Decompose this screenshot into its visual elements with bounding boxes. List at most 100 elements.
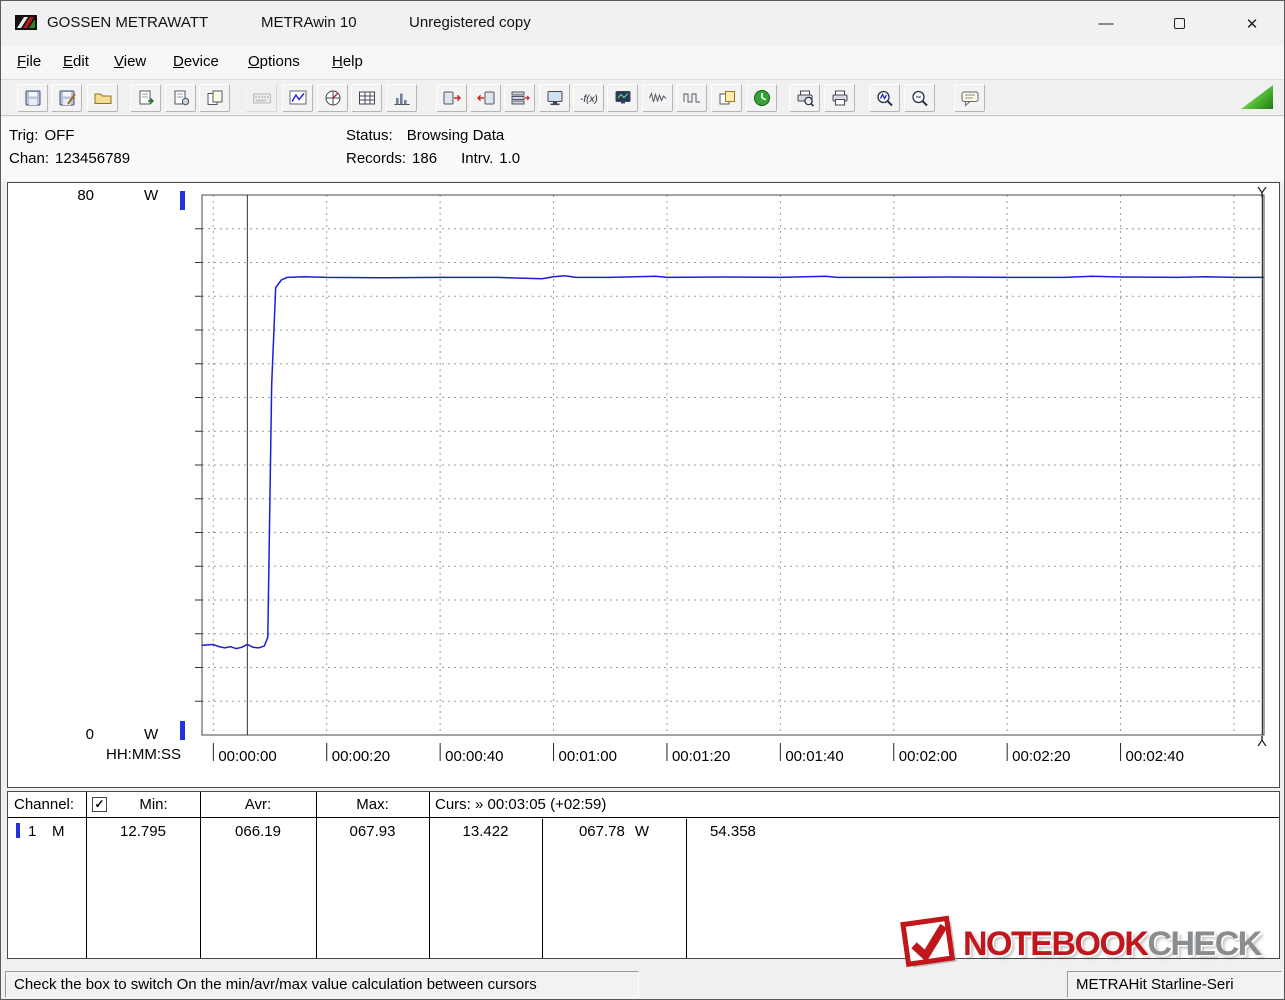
doc-settings-icon — [171, 89, 191, 107]
device-list-icon — [510, 89, 530, 107]
checkbox-check-icon: ✓ — [94, 797, 105, 811]
trend-chart-button[interactable] — [282, 84, 313, 112]
device-list-button[interactable] — [504, 84, 535, 112]
chan-label: Chan: — [9, 150, 50, 167]
min-value: 12.795 — [120, 823, 166, 840]
export-button[interactable] — [130, 84, 161, 112]
metrawin-window: GOSSEN METRAWATT METRAwin 10 Unregistere… — [0, 0, 1285, 1000]
cursor2-handle-top[interactable]: Y — [1252, 184, 1272, 201]
device-download-button[interactable] — [436, 84, 467, 112]
menu-view[interactable]: View — [114, 53, 146, 70]
svg-text:00:02:00: 00:02:00 — [899, 748, 957, 765]
print-preview-button[interactable] — [789, 84, 820, 112]
menu-help[interactable]: Help — [332, 53, 363, 70]
cursor2-value: 067.78 W — [542, 823, 686, 840]
menu-edit[interactable]: Edit — [63, 53, 89, 70]
table-divider — [316, 792, 317, 958]
chan-value: 123456789 — [55, 150, 131, 167]
minimize-button[interactable]: — — [1083, 1, 1129, 46]
trend-chart-icon — [288, 89, 308, 107]
save-as-button[interactable] — [51, 84, 82, 112]
trend-plot[interactable]: 00:00:00 00:00:20 00:00:40 00:01:00 00:01:20… — [8, 183, 1279, 787]
zoom-time-button[interactable] — [869, 84, 900, 112]
device-download-icon — [442, 89, 462, 107]
intrv-value: 1.0 — [499, 150, 521, 167]
menu-file[interactable]: File — [17, 53, 41, 70]
notebookcheck-logo-icon — [900, 915, 957, 968]
square-wave-button[interactable] — [676, 84, 707, 112]
table-view-button[interactable] — [351, 84, 382, 112]
histogram-button[interactable] — [386, 84, 417, 112]
channel-number: 1 — [28, 823, 37, 840]
doc-settings-button[interactable] — [165, 84, 196, 112]
save-button[interactable] — [17, 84, 48, 112]
min-header: Min: — [139, 796, 168, 813]
device-upload-button[interactable] — [470, 84, 501, 112]
minmax-checkbox[interactable]: ✓ — [92, 797, 107, 812]
notebookcheck-watermark: NOTEBOOK CHECK — [897, 913, 1262, 975]
table-divider — [686, 819, 687, 958]
formula-icon — [579, 89, 599, 107]
annotation-button[interactable] — [954, 84, 985, 112]
close-icon: ✕ — [1245, 15, 1259, 33]
status-value: Browsing Data — [406, 127, 505, 144]
records-value: 186 — [412, 150, 438, 167]
zoom-value-button[interactable] — [904, 84, 935, 112]
copy-doc-button[interactable] — [199, 84, 230, 112]
table-divider — [429, 792, 430, 958]
timer-icon — [752, 89, 772, 107]
table-divider — [200, 792, 201, 958]
svg-text:00:01:40: 00:01:40 — [785, 748, 843, 765]
delta-value: 54.358 — [710, 823, 756, 840]
titlebar-license-text: Unregistered copy — [409, 14, 531, 31]
status-label: Status: — [346, 127, 393, 144]
table-header-row: Channel: ✓ Min: Avr: Max: Curs: » 00:03:… — [8, 792, 1279, 818]
svg-text:00:00:20: 00:00:20 — [332, 748, 390, 765]
svg-text:00:00:00: 00:00:00 — [218, 748, 276, 765]
menubar: File Edit View Device Options Help — [1, 46, 1284, 79]
zoom-value-icon — [910, 89, 930, 107]
channels-copy-icon — [717, 89, 737, 107]
numeric-display-button[interactable] — [246, 84, 277, 112]
cursor2-unit: W — [634, 823, 650, 840]
open-folder-icon — [93, 89, 113, 107]
watermark-text-red: NOTEBOOK — [963, 924, 1149, 963]
svg-text:00:00:40: 00:00:40 — [445, 748, 503, 765]
titlebar: GOSSEN METRAWATT METRAwin 10 Unregistere… — [1, 1, 1284, 46]
maximize-button[interactable] — [1156, 1, 1202, 46]
print-preview-icon — [795, 89, 815, 107]
device-display-button[interactable] — [607, 84, 638, 112]
menu-options[interactable]: Options — [248, 53, 300, 70]
svg-text:00:01:00: 00:01:00 — [559, 748, 617, 765]
svg-text:00:02:40: 00:02:40 — [1126, 748, 1184, 765]
status-hint: Check the box to switch On the min/avr/m… — [5, 971, 639, 998]
channel-mode: M — [52, 823, 65, 840]
timer-button[interactable] — [746, 84, 777, 112]
device-monitor-button[interactable] — [539, 84, 570, 112]
formula-button[interactable] — [573, 84, 604, 112]
noise-button[interactable] — [642, 84, 673, 112]
table-view-icon — [357, 89, 377, 107]
zoom-time-icon — [875, 89, 895, 107]
channel-header: Channel: — [14, 796, 75, 813]
open-button[interactable] — [87, 84, 118, 112]
menu-device[interactable]: Device — [173, 53, 219, 70]
avr-header: Avr: — [244, 796, 272, 813]
analog-meter-button[interactable] — [317, 84, 348, 112]
doc-copy-icon — [205, 89, 225, 107]
app-icon — [15, 15, 37, 30]
trig-value: OFF — [44, 127, 75, 144]
watermark-text-gray: CHECK — [1147, 924, 1262, 963]
device-display-icon — [613, 89, 633, 107]
square-wave-icon — [682, 89, 702, 107]
intrv-label: Intrv. — [461, 150, 494, 167]
trend-chart-panel: 80 W 0 W 00:00:00 00:00:20 00:00:40 00:01:0… — [7, 182, 1280, 788]
noise-wave-icon — [648, 89, 668, 107]
max-value: 067.93 — [349, 823, 396, 840]
analog-meter-icon — [323, 89, 343, 107]
print-button[interactable] — [824, 84, 855, 112]
close-button[interactable]: ✕ — [1229, 1, 1275, 46]
channels-copy-button[interactable] — [711, 84, 742, 112]
numeric-display-icon — [252, 89, 272, 107]
cursor2-handle-bottom[interactable]: Y — [1252, 732, 1272, 749]
